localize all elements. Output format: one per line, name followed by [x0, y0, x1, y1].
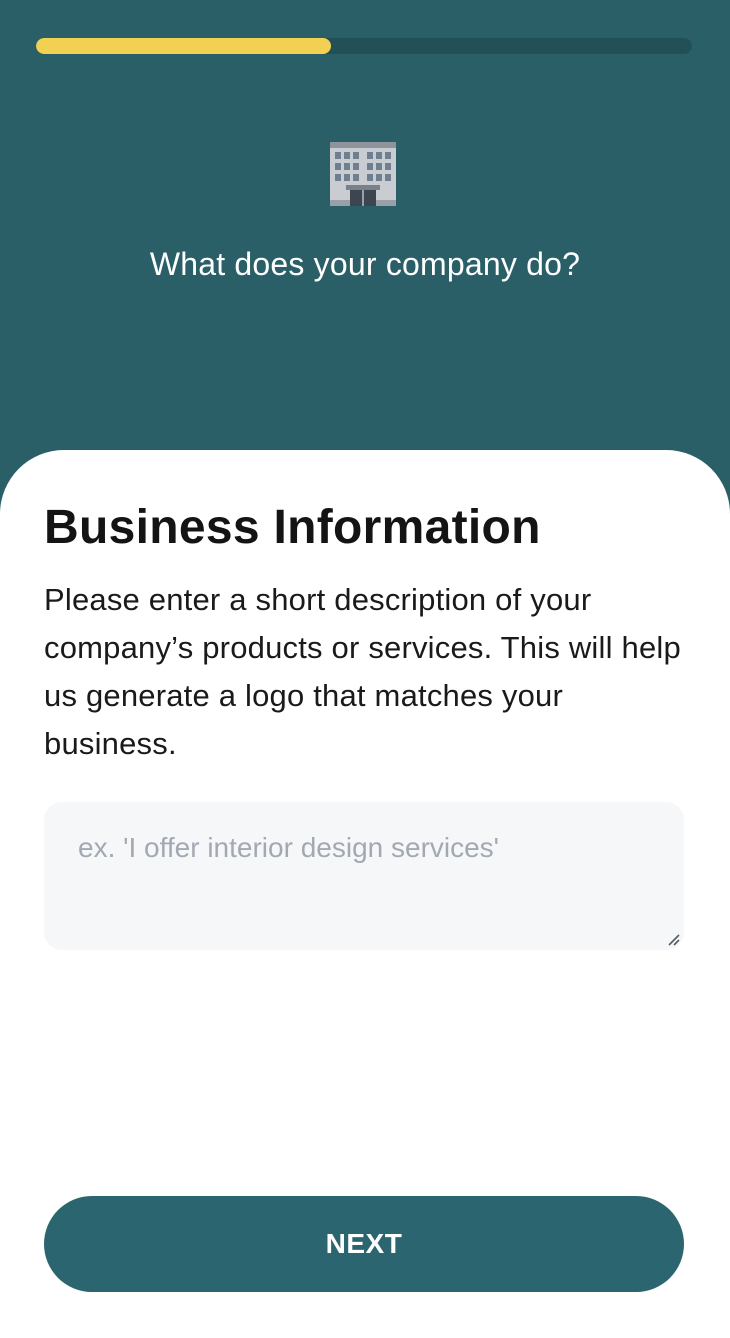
page-title: Business Information: [44, 501, 541, 554]
progress-bar-fill: [36, 38, 332, 54]
business-description-input[interactable]: [78, 830, 650, 922]
next-button[interactable]: NEXT: [44, 1196, 684, 1292]
office-building-icon: [330, 142, 396, 206]
description-text: Please enter a short description of your…: [44, 582, 681, 761]
resize-handle-icon[interactable]: [666, 932, 680, 946]
business-description-field: [44, 802, 684, 950]
progress-bar: [36, 38, 692, 54]
onboarding-question: What does your company do?: [149, 246, 581, 282]
header: What does your company do?: [0, 0, 730, 520]
